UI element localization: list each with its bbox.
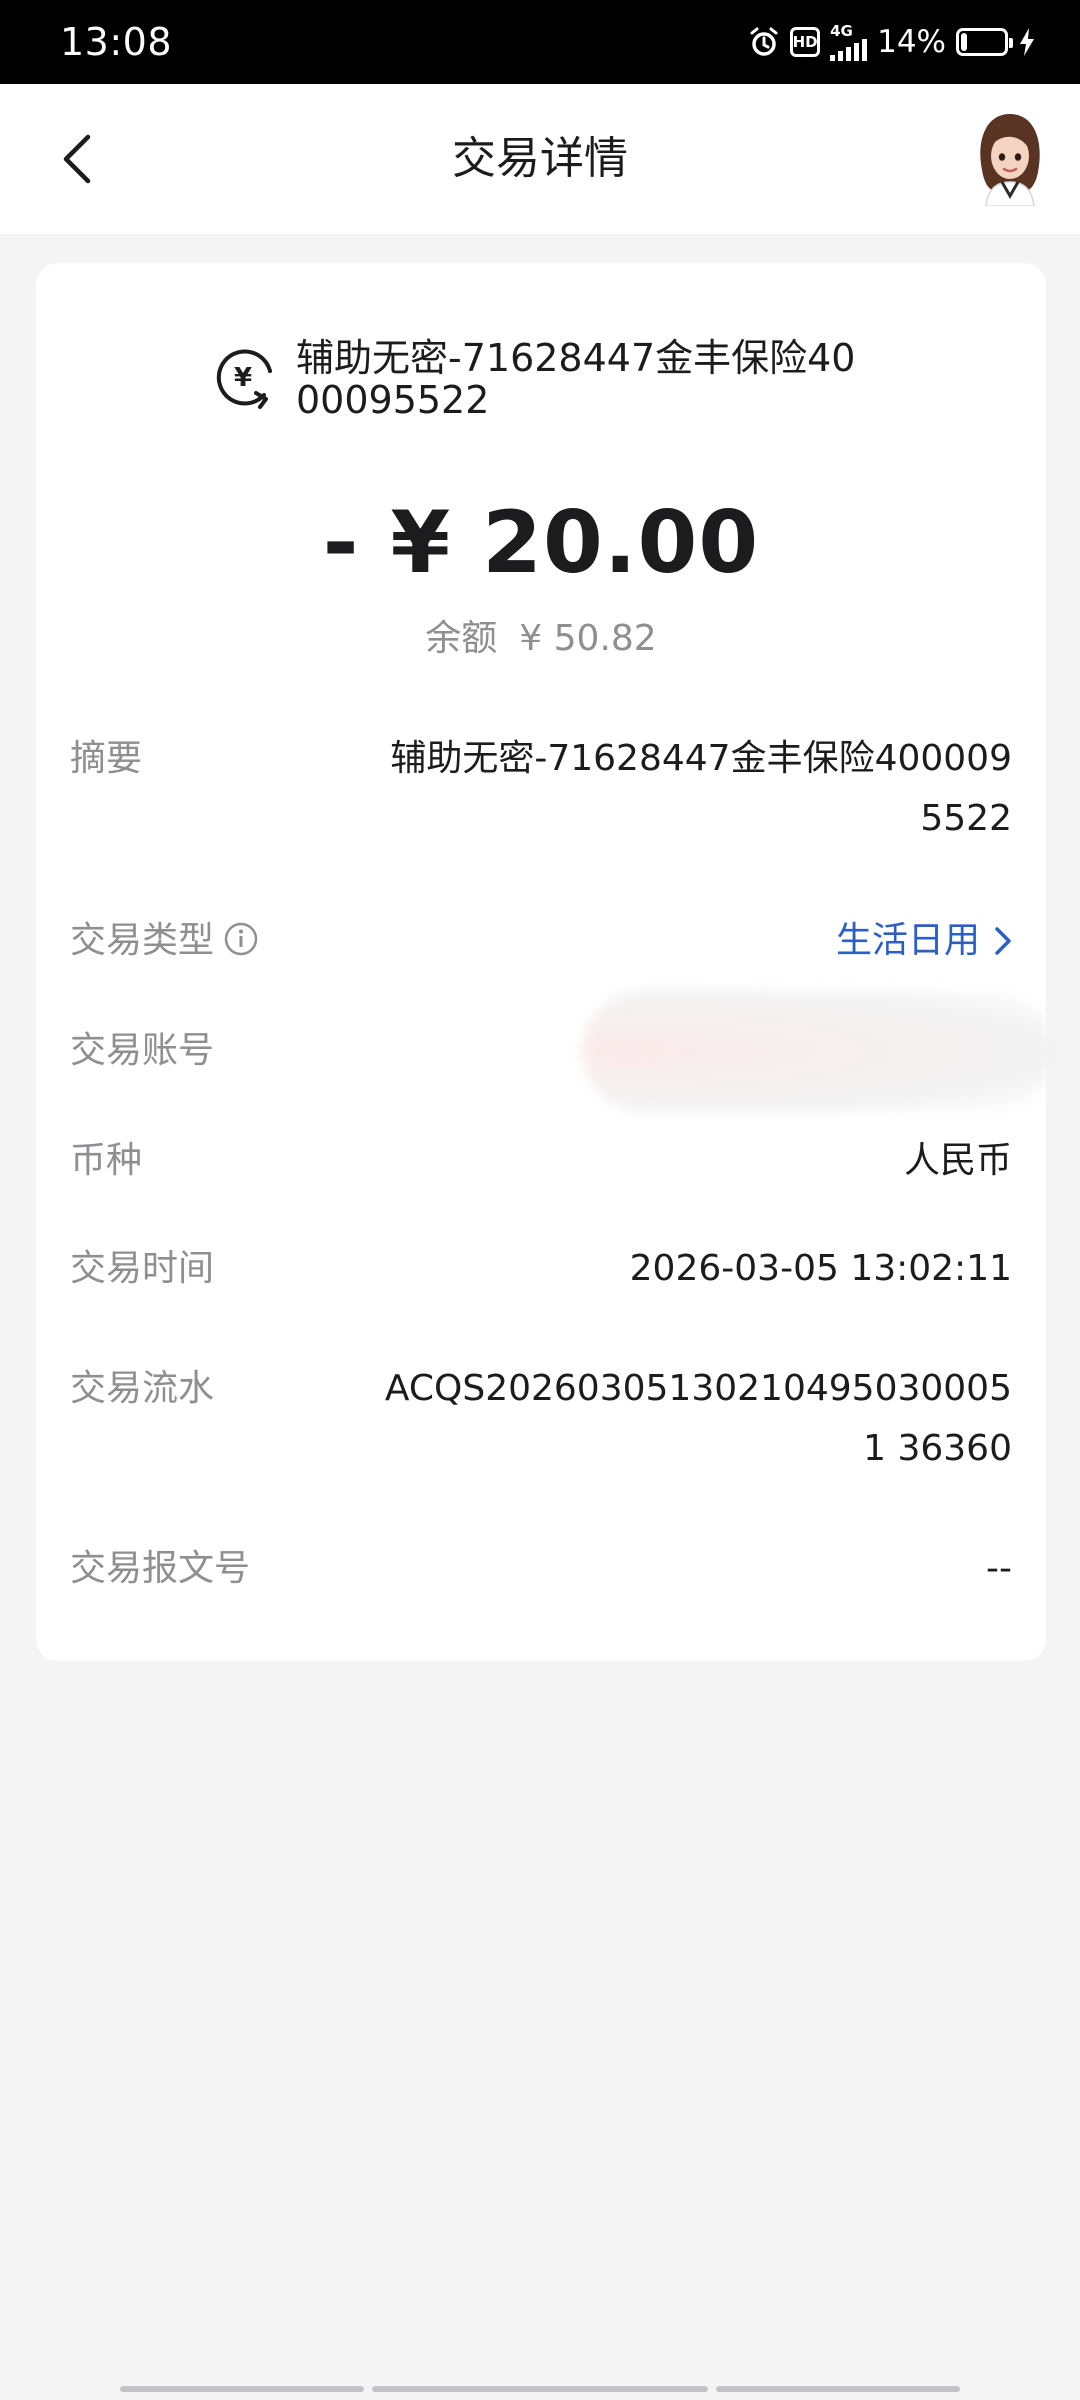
status-icons: HD 4G 14% [748,21,1036,61]
balance-value: ¥ 50.82 [519,618,657,659]
alarm-icon [748,26,780,58]
transaction-card: ¥ 辅助无密-71628447金丰保险4000095522 - ¥ 20.00 … [36,263,1052,1661]
charging-icon [1018,27,1036,57]
detail-row-type: 交易类型 生活日用 [70,911,1012,971]
nav-bar: 交易详情 [0,84,1080,234]
balance: 余额 ¥ 50.82 [36,609,1046,661]
payment-refund-icon: ¥ [216,349,272,409]
detail-value: 2026-03-05 13:02:11 [629,1248,1012,1289]
detail-label: 交易报文号 [70,1548,251,1589]
detail-row-summary: 摘要 辅助无密-71628447金丰保险4000095522 [70,729,1012,849]
detail-label: 摘要 [70,738,143,779]
detail-label: 交易类型 [70,911,258,971]
battery-percent: 14% [877,24,946,60]
status-bar: 13:08 HD 4G 14% [0,0,1080,84]
detail-label: 交易流水 [70,1368,215,1409]
assistant-avatar-icon [980,114,1040,207]
merchant-name: 辅助无密-71628447金丰保险4000095522 [296,336,856,422]
balance-label: 余额 [425,618,498,659]
gesture-bar-right [716,2386,960,2392]
detail-row-account: 交易账号 [70,991,1052,1111]
detail-row-message-no: 交易报文号 -- [70,1539,1012,1599]
gesture-bar-left [120,2386,364,2392]
redacted-account-blur [582,991,1052,1111]
chevron-right-icon [995,927,1011,955]
detail-label: 币种 [70,1140,143,1181]
detail-row-currency: 币种 人民币 [70,1131,1012,1191]
detail-label-text: 交易类型 [70,920,215,961]
detail-value: 辅助无密-71628447金丰保险4000095522 [390,738,1012,839]
signal-icon: 4G [830,21,868,61]
transaction-type-link[interactable]: 生活日用 [836,911,1012,971]
battery-icon [956,28,1013,56]
page-title: 交易详情 [452,133,628,184]
detail-label: 交易账号 [70,1030,215,1071]
detail-row-serial: 交易流水 ACQS202603051302104950300051 36360 [70,1359,1012,1479]
hd-icon: HD [790,27,821,57]
detail-value: 人民币 [903,1140,1012,1181]
detail-value: ACQS202603051302104950300051 36360 [384,1368,1012,1469]
avatar[interactable] [972,110,1048,207]
merchant-header: ¥ 辅助无密-71628447金丰保险4000095522 [212,337,912,421]
info-icon[interactable] [224,922,258,956]
status-time: 13:08 [60,20,173,64]
transaction-amount: - ¥ 20.00 [322,493,760,593]
svg-text:¥: ¥ [234,363,252,393]
gesture-bar-center[interactable] [372,2386,708,2392]
transaction-type-value: 生活日用 [835,920,980,961]
detail-value: -- [986,1548,1012,1589]
detail-label: 交易时间 [70,1248,215,1289]
detail-row-time: 交易时间 2026-03-05 13:02:11 [70,1239,1012,1299]
network-type: 4G [830,21,853,40]
